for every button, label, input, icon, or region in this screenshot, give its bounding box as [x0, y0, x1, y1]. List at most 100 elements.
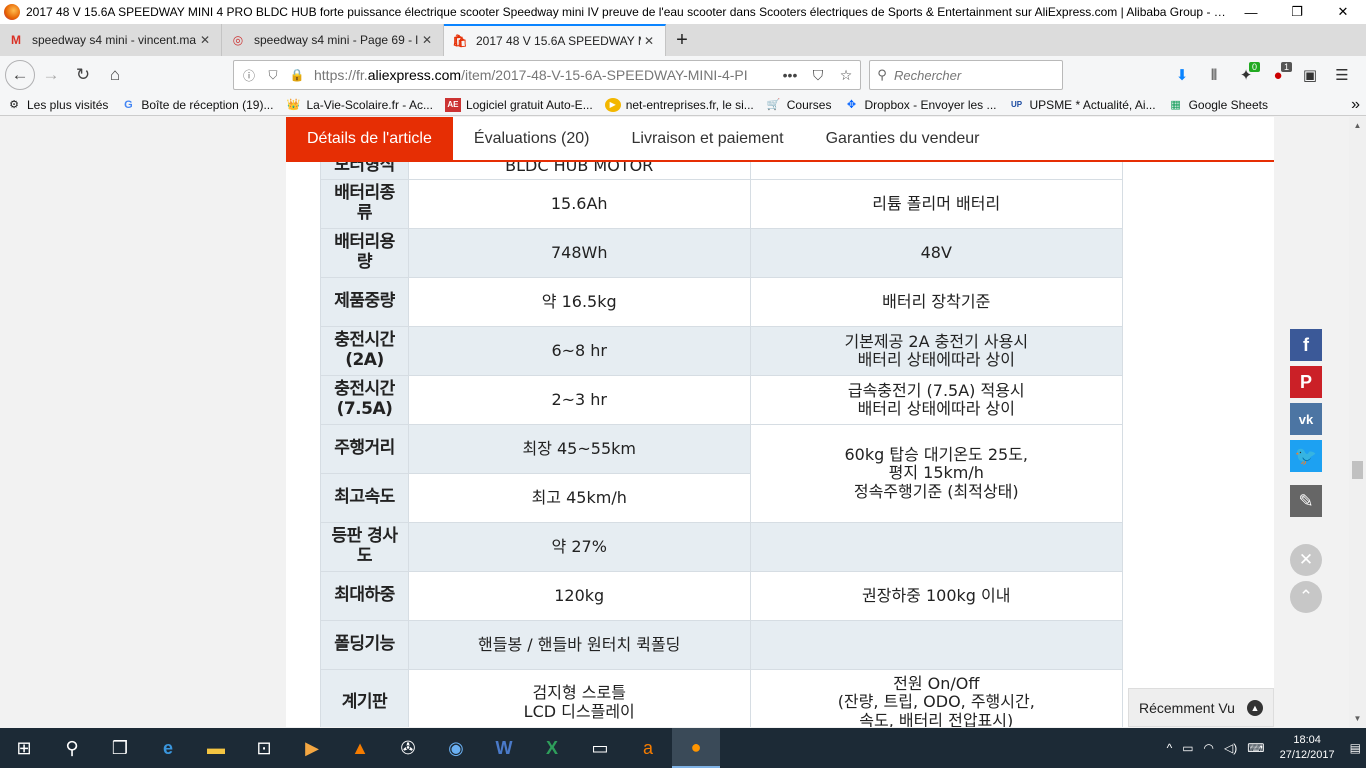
spec-header: 배터리종류: [320, 179, 409, 229]
pocket-icon[interactable]: ⛉: [804, 67, 832, 84]
bookmarks-overflow-button[interactable]: »: [1345, 96, 1366, 114]
edge-icon: e: [162, 737, 173, 758]
new-tab-button[interactable]: +: [666, 24, 698, 56]
battery-icon[interactable]: ▭: [1182, 741, 1193, 755]
forward-button[interactable]: →: [35, 59, 67, 91]
info-icon[interactable]: ⓘ: [240, 67, 258, 84]
store-button[interactable]: ⊡: [240, 728, 288, 768]
reload-button[interactable]: ↻: [67, 59, 99, 91]
network-app-button[interactable]: ◉: [432, 728, 480, 768]
recently-viewed-button[interactable]: Récemment Vu ▲: [1128, 688, 1274, 727]
page-scrollbar[interactable]: ▲ ▼: [1349, 117, 1366, 727]
twitter-icon[interactable]: 🐦: [1290, 440, 1322, 472]
notification-keyboard-icon[interactable]: ⌨: [1247, 741, 1264, 755]
wifi-icon[interactable]: ◠: [1204, 741, 1214, 755]
bookmark-auto-entrepreneur[interactable]: AE Logiciel gratuit Auto-E...: [439, 97, 599, 112]
bookmark-vie-scolaire[interactable]: 👑 La-Vie-Scolaire.fr - Ac...: [279, 98, 439, 112]
cart-icon: 🛒: [766, 99, 781, 111]
remote-button[interactable]: ▭: [576, 728, 624, 768]
tab-seller-guarantees[interactable]: Garanties du vendeur: [805, 117, 1001, 160]
tab-label: speedway s4 mini - Page 69 - l: [254, 33, 419, 47]
media-button[interactable]: ▶: [288, 728, 336, 768]
bookmark-most-visited[interactable]: ⚙ Les plus visités: [0, 98, 114, 112]
tab-reviews[interactable]: Évaluations (20): [453, 117, 611, 160]
google-icon: G: [124, 98, 133, 111]
close-share-icon[interactable]: ✕: [1290, 544, 1322, 576]
tab-aliexpress[interactable]: 🛍 2017 48 V 15.6A SPEEDWAY MIN ✕: [444, 24, 666, 56]
avast-button[interactable]: a: [624, 728, 672, 768]
note-line: 평지 15km/h: [888, 463, 984, 483]
bookmark-google-sheets[interactable]: ▦ Google Sheets: [1162, 98, 1274, 112]
bookmark-inbox[interactable]: G Boîte de réception (19)...: [114, 98, 279, 112]
firefox-taskbar-button[interactable]: ●: [672, 728, 720, 768]
search-placeholder: Rechercher: [894, 67, 962, 83]
sidebar-button[interactable]: ▣: [1294, 60, 1326, 90]
edge-button[interactable]: e: [144, 728, 192, 768]
action-center-icon[interactable]: ▤: [1350, 741, 1361, 755]
search-button[interactable]: ⚲: [48, 728, 96, 768]
tab-close-icon[interactable]: ✕: [197, 33, 213, 47]
extension-green-button[interactable]: ✦ 0: [1230, 60, 1262, 90]
task-view-button[interactable]: ❒: [96, 728, 144, 768]
search-input[interactable]: ⚲ Rechercher: [869, 60, 1063, 90]
page-actions-icon[interactable]: •••: [776, 67, 804, 83]
excel-button[interactable]: X: [528, 728, 576, 768]
url-bar[interactable]: ⓘ ⛉ 🔒 https://fr.aliexpress.com/item/201…: [233, 60, 861, 90]
scroll-down-arrow-icon[interactable]: ▼: [1349, 710, 1366, 727]
spec-header: 제품중량: [320, 277, 409, 327]
url-text[interactable]: https://fr.aliexpress.com/item/2017-48-V…: [314, 67, 776, 83]
menu-button[interactable]: ☰: [1326, 60, 1358, 90]
scroll-top-icon[interactable]: ⌃: [1290, 581, 1322, 613]
tab-forum[interactable]: ◎ speedway s4 mini - Page 69 - l ✕: [222, 24, 444, 56]
minimize-button[interactable]: —: [1228, 0, 1274, 24]
spec-note: 전원 On/Off (잔량, 트립, ODO, 주행시간, 속도, 배터리 전압표시…: [749, 669, 1123, 727]
spec-header: 최고속도: [320, 473, 409, 523]
vk-icon[interactable]: vk: [1290, 403, 1322, 435]
download-icon: ⬇: [1175, 67, 1189, 84]
table-row: 등판 경사도 약 27%: [320, 522, 1123, 572]
lock-icon[interactable]: 🔒: [288, 68, 306, 82]
volume-icon[interactable]: ◁): [1224, 741, 1237, 755]
library-button[interactable]: ⫴: [1198, 60, 1230, 90]
adblock-button[interactable]: ● 1: [1262, 60, 1294, 90]
bookmark-dropbox[interactable]: ✥ Dropbox - Envoyer les ...: [837, 98, 1002, 112]
bookmark-star-icon[interactable]: ☆: [832, 67, 860, 84]
table-row: 충전시간 (7.5A) 2~3 hr 급속충전기 (7.5A) 적용시 배터리 상태…: [320, 375, 1123, 425]
tab-shipping-payment[interactable]: Livraison et paiement: [611, 117, 805, 160]
chevron-up-icon[interactable]: ^: [1167, 741, 1173, 755]
clock-date: 27/12/2017: [1279, 749, 1335, 761]
start-button[interactable]: ⊞: [0, 728, 48, 768]
word-button[interactable]: W: [480, 728, 528, 768]
tab-gmail[interactable]: M speedway s4 mini - vincent.ma ✕: [0, 24, 222, 56]
scroll-up-arrow-icon[interactable]: ▲: [1349, 117, 1366, 134]
recently-viewed-label: Récemment Vu: [1139, 699, 1235, 716]
note-line: 60kg 탑승 대기온도 25도,: [844, 444, 1029, 464]
spec-value: 748Wh: [407, 228, 751, 278]
spec-note: 60kg 탑승 대기온도 25도, 평지 15km/h 정속주행기준 (최적상태): [749, 424, 1123, 523]
facebook-icon[interactable]: f: [1290, 329, 1322, 361]
tab-close-icon[interactable]: ✕: [641, 34, 657, 48]
tab-close-icon[interactable]: ✕: [419, 33, 435, 47]
film-button[interactable]: ✇: [384, 728, 432, 768]
home-button[interactable]: ⌂: [99, 59, 131, 91]
back-button[interactable]: ←: [5, 60, 35, 90]
pinterest-icon[interactable]: P: [1290, 366, 1322, 398]
bookmark-net-entreprises[interactable]: ▶ net-entreprises.fr, le si...: [599, 97, 760, 112]
table-row: 주행거리 최장 45~55km 60kg 탑승 대기온도 25도, 평지 15km…: [320, 424, 1123, 523]
vlc-button[interactable]: ▲: [336, 728, 384, 768]
media-icon: ▶: [305, 737, 319, 758]
bookmark-upsme[interactable]: UP UPSME * Actualité, Ai...: [1003, 98, 1162, 112]
bookmark-courses[interactable]: 🛒 Courses: [760, 98, 838, 112]
close-window-button[interactable]: ✕: [1320, 0, 1366, 24]
maximize-button[interactable]: ❐: [1274, 0, 1320, 24]
shield-icon[interactable]: ⛉: [264, 68, 282, 83]
pencil-icon[interactable]: ✎: [1290, 485, 1322, 517]
scrollbar-thumb[interactable]: [1352, 461, 1363, 479]
downloads-button[interactable]: ⬇: [1166, 60, 1198, 90]
clock[interactable]: 18:04 27/12/2017: [1280, 733, 1335, 763]
note-line: 배터리 상태에따라 상이: [857, 399, 1015, 418]
tab-item-details[interactable]: Détails de l'article: [286, 117, 453, 160]
spec-note: [749, 522, 1123, 572]
table-row: 제품중량 약 16.5kg 배터리 장착기준: [320, 277, 1123, 327]
explorer-button[interactable]: ▬: [192, 728, 240, 768]
